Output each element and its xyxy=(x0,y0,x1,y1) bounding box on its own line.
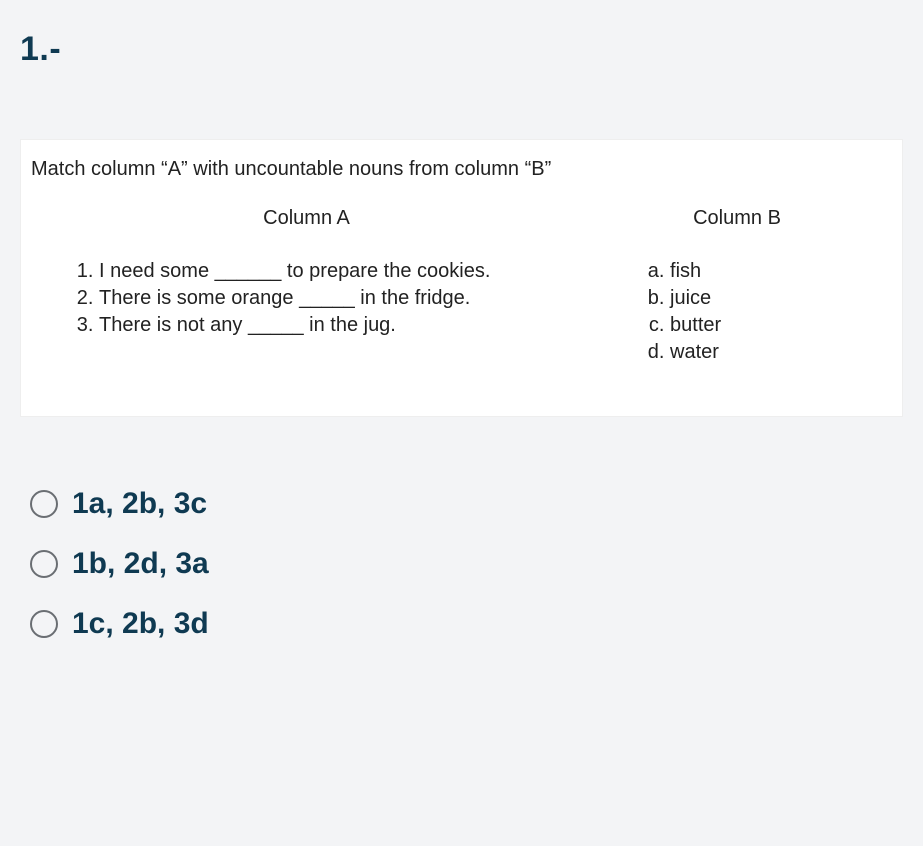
answer-options: 1a, 2b, 3c 1b, 2d, 3a 1c, 2b, 3d xyxy=(20,487,903,641)
column-a: Column A I need some ______ to prepare t… xyxy=(31,207,582,366)
answer-label: 1b, 2d, 3a xyxy=(72,547,209,581)
column-a-item: There is some orange _____ in the fridge… xyxy=(99,285,582,312)
column-b-item: butter xyxy=(670,312,892,339)
answer-label: 1a, 2b, 3c xyxy=(72,487,207,521)
column-b-item: juice xyxy=(670,285,892,312)
column-a-item: I need some ______ to prepare the cookie… xyxy=(99,258,582,285)
instruction-text: Match column “A” with uncountable nouns … xyxy=(31,158,892,181)
radio-icon xyxy=(30,610,58,638)
column-b-header: Column B xyxy=(582,207,892,230)
question-number: 1.- xyxy=(20,30,903,69)
column-b-item: fish xyxy=(670,258,892,285)
answer-option-2[interactable]: 1b, 2d, 3a xyxy=(30,547,903,581)
column-a-header: Column A xyxy=(31,207,582,230)
answer-option-1[interactable]: 1a, 2b, 3c xyxy=(30,487,903,521)
answer-option-3[interactable]: 1c, 2b, 3d xyxy=(30,607,903,641)
column-b: Column B fish juice butter water xyxy=(582,207,892,366)
column-b-item: water xyxy=(670,339,892,366)
column-a-item: There is not any _____ in the jug. xyxy=(99,312,582,339)
radio-icon xyxy=(30,550,58,578)
answer-label: 1c, 2b, 3d xyxy=(72,607,209,641)
radio-icon xyxy=(30,490,58,518)
question-prompt-box: Match column “A” with uncountable nouns … xyxy=(20,139,903,417)
